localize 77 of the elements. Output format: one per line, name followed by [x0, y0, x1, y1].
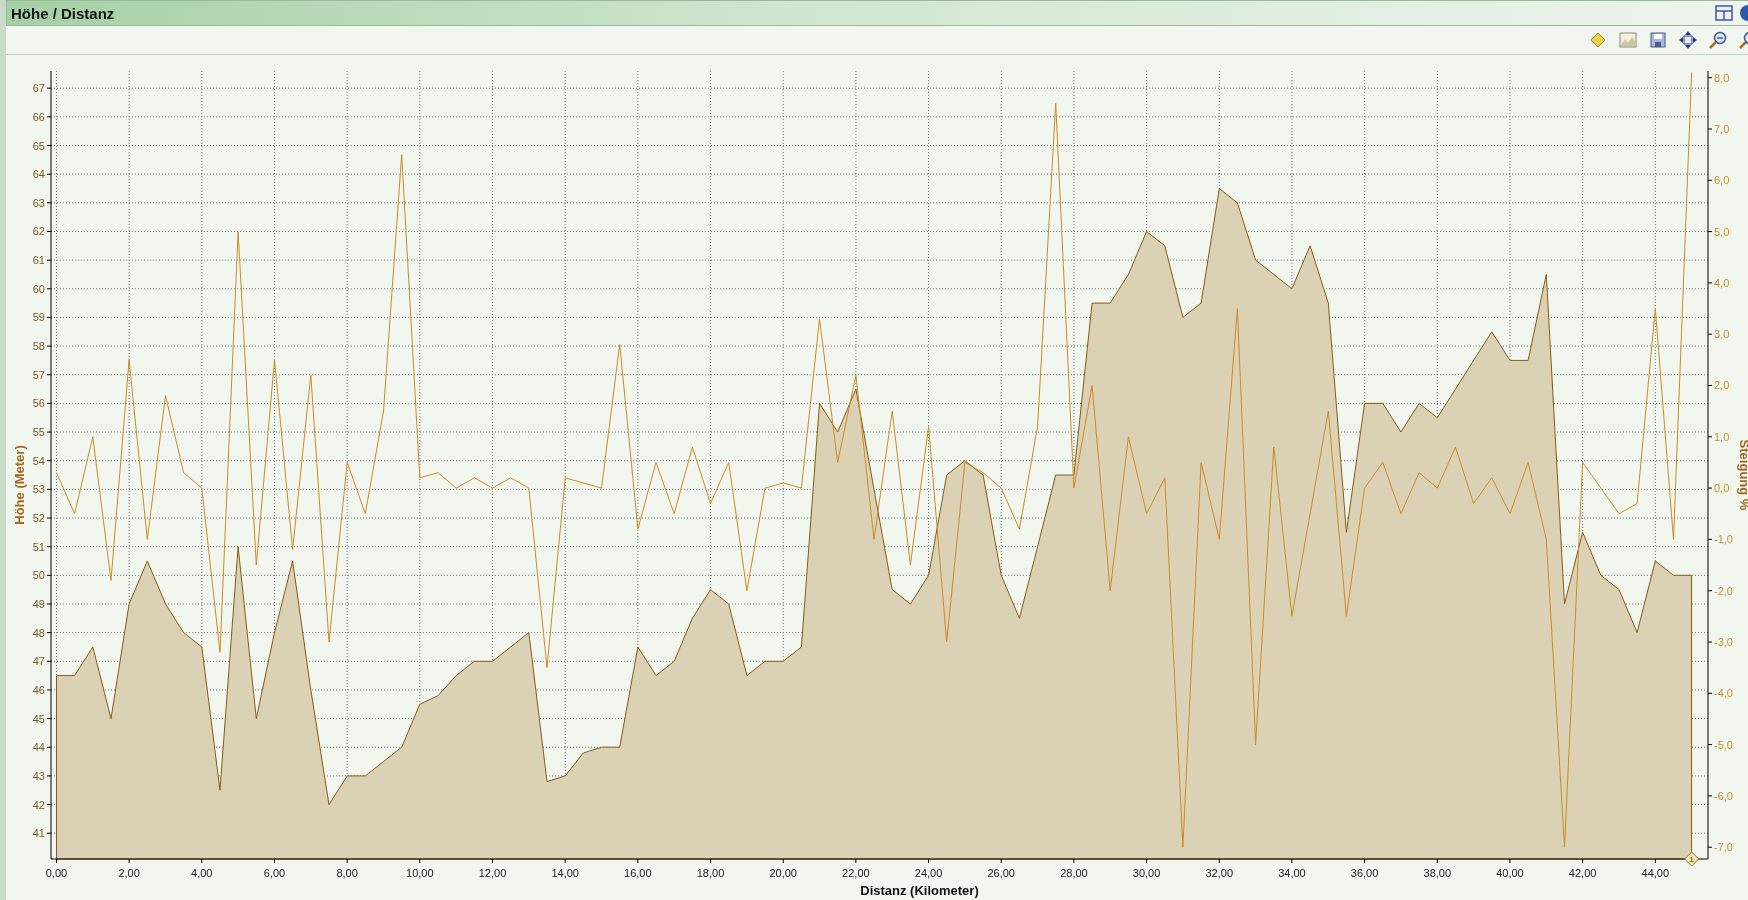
y-tick-label: 63 — [32, 196, 45, 209]
x-tick-label: 28,00 — [1060, 867, 1088, 879]
x-tick-label: 26,00 — [987, 867, 1015, 879]
y-tick-label: 54 — [32, 454, 45, 467]
y-tick-label: 55 — [32, 426, 45, 439]
y-tick-label: 56 — [32, 397, 45, 410]
annotation: 1 — [1689, 855, 1695, 864]
x-axis-title: Distanz (Kilometer) — [860, 883, 979, 898]
x-tick-label: 20,00 — [769, 867, 797, 879]
layout-icon[interactable] — [1714, 3, 1734, 23]
panel-title: Höhe / Distanz — [10, 4, 115, 22]
y-tick-label: 57 — [32, 368, 45, 381]
y2-tick-label: 7,0 — [1714, 122, 1730, 135]
y-tick-label: 66 — [32, 110, 45, 123]
y2-tick-label: -2,0 — [1714, 584, 1733, 597]
y2-tick-label: 1,0 — [1714, 430, 1730, 443]
x-tick-label: 40,00 — [1496, 867, 1524, 879]
y2-tick-label: 5,0 — [1714, 225, 1730, 238]
zoom-in-icon[interactable] — [1738, 30, 1748, 50]
x-tick-label: 10,00 — [406, 867, 434, 879]
y2-tick-label: -4,0 — [1714, 687, 1733, 700]
y2-tick-label: 8,0 — [1714, 71, 1730, 84]
y-tick-label: 42 — [32, 798, 45, 811]
y-tick-label: 51 — [32, 540, 45, 553]
y-tick-label: 48 — [32, 626, 45, 639]
y-tick-label: 47 — [32, 655, 45, 668]
y2-tick-label: 3,0 — [1714, 328, 1730, 341]
x-tick-label: 30,00 — [1132, 867, 1161, 879]
y-tick-label: 46 — [32, 683, 45, 696]
position-marker[interactable]: 1 — [1684, 851, 1700, 867]
y-tick-label: 43 — [32, 769, 45, 782]
y2-tick-label: -1,0 — [1714, 533, 1733, 546]
x-tick-label: 34,00 — [1278, 867, 1306, 879]
y-tick-label: 41 — [32, 827, 45, 840]
x-tick-label: 0,00 — [45, 867, 68, 879]
y2-tick-label: 6,0 — [1714, 174, 1730, 187]
x-tick-label: 18,00 — [696, 867, 725, 879]
x-tick-label: 6,00 — [263, 867, 286, 879]
y-tick-label: 45 — [32, 712, 45, 725]
x-tick-label: 36,00 — [1350, 867, 1379, 879]
x-tick-label: 22,00 — [842, 867, 870, 879]
x-tick-label: 12,00 — [478, 867, 507, 879]
y2-tick-label: -5,0 — [1714, 738, 1733, 751]
y-tick-label: 67 — [32, 82, 45, 95]
y2-tick-label: -7,0 — [1714, 841, 1733, 854]
move-icon[interactable] — [1678, 30, 1698, 50]
zoom-out-icon[interactable] — [1708, 30, 1728, 50]
y-tick-label: 53 — [32, 483, 45, 496]
y-tick-label: 60 — [32, 282, 45, 295]
x-tick-label: 14,00 — [551, 867, 579, 879]
diamond-icon[interactable] — [1588, 30, 1608, 50]
y-tick-label: 49 — [32, 597, 45, 610]
x-tick-label: 24,00 — [914, 867, 943, 879]
y-axis-title: Höhe (Meter) — [12, 445, 27, 525]
y-tick-label: 52 — [32, 512, 45, 524]
x-tick-label: 42,00 — [1568, 867, 1597, 879]
y-tick-label: 61 — [32, 254, 45, 267]
y2-tick-label: 4,0 — [1714, 276, 1730, 289]
y-tick-label: 59 — [32, 311, 45, 324]
x-tick-label: 2,00 — [118, 867, 140, 879]
y2-tick-label: 2,0 — [1714, 379, 1730, 392]
x-tick-label: 32,00 — [1205, 867, 1233, 879]
x-tick-label: 8,00 — [336, 867, 358, 879]
y2-tick-label: -6,0 — [1714, 789, 1733, 802]
y-tick-label: 58 — [32, 340, 45, 353]
y-tick-label: 50 — [32, 569, 45, 582]
y2-tick-label: -3,0 — [1714, 636, 1733, 648]
x-tick-label: 16,00 — [624, 867, 652, 879]
y-tick-label: 64 — [32, 168, 45, 181]
save-icon[interactable] — [1648, 30, 1668, 50]
x-tick-label: 4,00 — [191, 867, 213, 879]
y-tick-label: 44 — [32, 741, 45, 754]
y2-tick-label: 0,0 — [1714, 482, 1730, 495]
x-tick-label: 44,00 — [1641, 867, 1670, 879]
x-tick-label: 38,00 — [1423, 867, 1452, 879]
y-tick-label: 65 — [32, 139, 45, 152]
y-tick-label: 62 — [32, 225, 45, 238]
